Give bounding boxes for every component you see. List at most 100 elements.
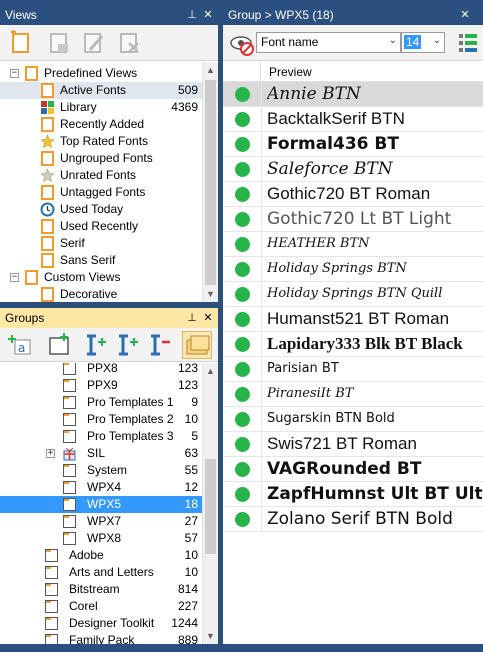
active-status-icon[interactable] bbox=[235, 262, 250, 277]
font-row[interactable]: PiranesiIt BT bbox=[223, 382, 483, 407]
font-row[interactable]: HEATHER BTN bbox=[223, 232, 483, 257]
close-icon[interactable]: ✕ bbox=[202, 311, 214, 325]
views-tree-item[interactable]: Unrated Fonts bbox=[0, 167, 202, 184]
active-status-icon[interactable] bbox=[235, 287, 250, 302]
views-tree-item[interactable]: Decorative bbox=[0, 286, 202, 302]
group-tree-item[interactable]: Corel 227 bbox=[0, 598, 202, 615]
close-icon[interactable]: ✕ bbox=[459, 8, 471, 22]
font-row[interactable]: Gothic720 Lt BT Light bbox=[223, 207, 483, 232]
collapse-icon[interactable]: − bbox=[10, 273, 19, 282]
font-row[interactable]: Humanst521 BT Roman bbox=[223, 307, 483, 332]
group-tree-item[interactable]: Adobe 10 bbox=[0, 547, 202, 564]
font-row[interactable]: ZapfHumnst Ult BT Ultra bbox=[223, 482, 483, 507]
group-tree-item[interactable]: Pro Templates 1 9 bbox=[0, 394, 202, 411]
font-row[interactable]: BacktalkSerif BTN bbox=[223, 107, 483, 132]
add-subgroup-icon[interactable] bbox=[84, 332, 110, 358]
groups-scrollbar[interactable]: ▲ ▼ bbox=[202, 363, 218, 644]
pin-icon[interactable]: ⊥ bbox=[186, 311, 198, 325]
group-tree-item[interactable]: + SIL 63 bbox=[0, 445, 202, 462]
active-status-icon[interactable] bbox=[235, 187, 250, 202]
view-properties-icon[interactable] bbox=[46, 30, 72, 56]
chevron-down-icon[interactable]: ⌄ bbox=[389, 35, 397, 46]
expand-icon[interactable]: + bbox=[46, 449, 55, 458]
group-tree-item[interactable]: WPX4 12 bbox=[0, 479, 202, 496]
pin-icon[interactable]: ⊥ bbox=[186, 8, 198, 22]
group-tree-item[interactable]: System 55 bbox=[0, 462, 202, 479]
views-tree-item[interactable]: − Custom Views bbox=[0, 269, 202, 286]
edit-view-icon[interactable] bbox=[80, 30, 106, 56]
active-status-icon[interactable] bbox=[235, 112, 250, 127]
active-status-icon[interactable] bbox=[235, 312, 250, 327]
font-row[interactable]: Annie BTN bbox=[223, 82, 483, 107]
font-row[interactable]: VAGRounded BT bbox=[223, 457, 483, 482]
group-tree-item[interactable]: PPX8 123 bbox=[0, 363, 202, 377]
views-tree-item[interactable]: Ungrouped Fonts bbox=[0, 150, 202, 167]
views-tree-item[interactable]: − Predefined Views bbox=[0, 65, 202, 82]
group-tree-item[interactable]: WPX7 27 bbox=[0, 513, 202, 530]
views-tree-item[interactable]: Active Fonts 509 bbox=[0, 82, 202, 99]
active-status-icon[interactable] bbox=[235, 487, 250, 502]
font-row[interactable]: Zolano Serif BTN Bold bbox=[223, 507, 483, 532]
remove-item-icon[interactable] bbox=[148, 332, 174, 358]
scroll-up-icon[interactable]: ▲ bbox=[203, 363, 218, 379]
scroll-thumb[interactable] bbox=[205, 459, 216, 554]
preview-column-header[interactable]: Preview bbox=[269, 65, 312, 79]
active-status-icon[interactable] bbox=[235, 137, 250, 152]
active-status-icon[interactable] bbox=[235, 437, 250, 452]
close-icon[interactable]: ✕ bbox=[202, 8, 214, 22]
font-row[interactable]: Parisian BT bbox=[223, 357, 483, 382]
font-row[interactable]: Holiday Springs BTN Quill bbox=[223, 282, 483, 307]
group-tree-item[interactable]: WPX5 18 bbox=[0, 496, 202, 513]
group-tree-item[interactable]: Designer Toolkit 1244 bbox=[0, 615, 202, 632]
group-tree-item[interactable]: Family Pack 889 bbox=[0, 632, 202, 644]
active-status-icon[interactable] bbox=[235, 462, 250, 477]
delete-view-icon[interactable] bbox=[116, 30, 142, 56]
group-tree-item[interactable]: WPX8 57 bbox=[0, 530, 202, 547]
group-tree-item[interactable]: PPX9 123 bbox=[0, 377, 202, 394]
add-font-to-group-icon[interactable]: a bbox=[8, 332, 34, 358]
active-status-icon[interactable] bbox=[235, 337, 250, 352]
active-status-icon[interactable] bbox=[235, 212, 250, 227]
active-status-icon[interactable] bbox=[235, 512, 250, 527]
active-status-icon[interactable] bbox=[235, 162, 250, 177]
group-tree-item[interactable]: Pro Templates 3 5 bbox=[0, 428, 202, 445]
scroll-up-icon[interactable]: ▲ bbox=[203, 62, 218, 78]
font-row[interactable]: Swis721 BT Roman bbox=[223, 432, 483, 457]
font-row[interactable]: Holiday Springs BTN bbox=[223, 257, 483, 282]
group-tree-item[interactable]: Arts and Letters 10 bbox=[0, 564, 202, 581]
chevron-down-icon[interactable]: ⌄ bbox=[433, 35, 441, 46]
group-folders-icon[interactable] bbox=[182, 331, 212, 359]
views-scrollbar[interactable]: ▲ ▼ bbox=[202, 62, 218, 302]
views-tree-item[interactable]: Sans Serif bbox=[0, 252, 202, 269]
font-row[interactable]: Gothic720 BT Roman bbox=[223, 182, 483, 207]
font-row[interactable]: Formal436 BT bbox=[223, 132, 483, 157]
views-tree-item[interactable]: Top Rated Fonts bbox=[0, 133, 202, 150]
status-column-header[interactable] bbox=[223, 62, 261, 82]
active-status-icon[interactable] bbox=[235, 237, 250, 252]
font-size-input[interactable]: 14 ⌄ bbox=[401, 32, 445, 53]
font-row[interactable]: Sugarskin BTN Bold bbox=[223, 407, 483, 432]
column-settings-icon[interactable] bbox=[455, 30, 481, 56]
scroll-down-icon[interactable]: ▼ bbox=[203, 286, 218, 302]
new-view-icon[interactable] bbox=[8, 30, 34, 56]
font-row[interactable]: Saleforce BTN bbox=[223, 157, 483, 182]
active-status-icon[interactable] bbox=[235, 87, 250, 102]
scroll-thumb[interactable] bbox=[205, 80, 216, 285]
views-tree-item[interactable]: Library 4369 bbox=[0, 99, 202, 116]
views-tree-item[interactable]: Used Today bbox=[0, 201, 202, 218]
active-status-icon[interactable] bbox=[235, 412, 250, 427]
add-item-icon[interactable] bbox=[116, 332, 142, 358]
views-tree-item[interactable]: Serif bbox=[0, 235, 202, 252]
active-status-icon[interactable] bbox=[235, 362, 250, 377]
group-tree-item[interactable]: Bitstream 814 bbox=[0, 581, 202, 598]
hide-preview-eye-icon[interactable] bbox=[229, 30, 255, 56]
font-name-select[interactable]: Font name ⌄ bbox=[256, 32, 401, 53]
views-tree-item[interactable]: Used Recently bbox=[0, 218, 202, 235]
scroll-down-icon[interactable]: ▼ bbox=[203, 628, 218, 644]
group-tree-item[interactable]: Pro Templates 2 10 bbox=[0, 411, 202, 428]
views-tree-item[interactable]: Recently Added bbox=[0, 116, 202, 133]
collapse-icon[interactable]: − bbox=[10, 69, 19, 78]
active-status-icon[interactable] bbox=[235, 387, 250, 402]
views-tree-item[interactable]: Untagged Fonts bbox=[0, 184, 202, 201]
font-row[interactable]: Lapidary333 Blk BT Black bbox=[223, 332, 483, 357]
